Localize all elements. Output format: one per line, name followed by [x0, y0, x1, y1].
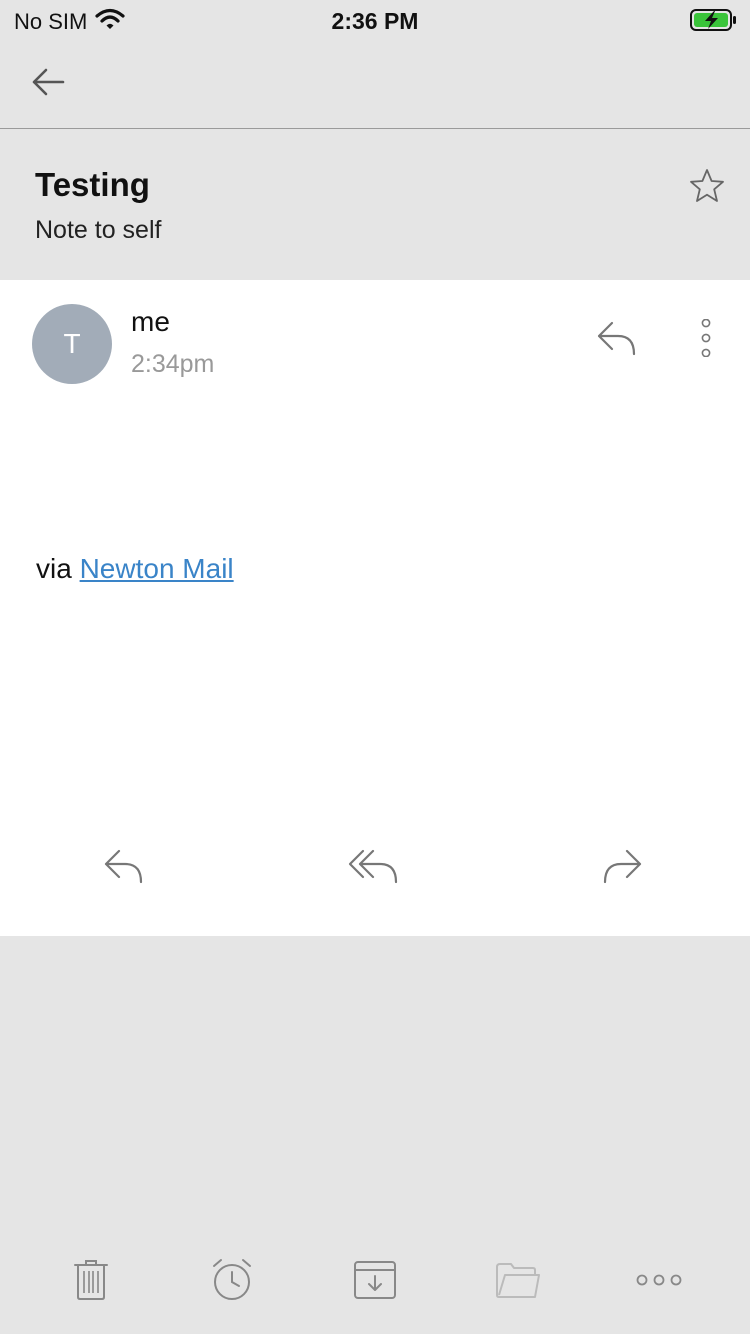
message-body: via Newton Mail	[36, 553, 234, 585]
message-time: 2:34pm	[131, 350, 215, 378]
delete-button[interactable]	[59, 1250, 123, 1314]
forward-button[interactable]	[592, 840, 652, 896]
folder-icon	[495, 1261, 541, 1304]
arrow-left-icon	[31, 68, 65, 101]
subject-title: Testing	[35, 166, 150, 203]
status-time: 2:36 PM	[331, 8, 419, 34]
more-vertical-icon	[699, 318, 713, 362]
subject-header: Testing Note to self	[0, 130, 750, 280]
more-actions-button[interactable]	[627, 1250, 691, 1314]
snooze-clock-icon	[210, 1258, 254, 1307]
status-bar: No SIM 2:36 PM	[0, 0, 750, 42]
forward-icon	[601, 847, 643, 890]
bottom-toolbar	[0, 1250, 750, 1320]
star-button[interactable]	[684, 166, 730, 210]
reply-button[interactable]	[94, 840, 154, 896]
sender-name: me	[131, 306, 170, 337]
reply-icon	[103, 847, 145, 890]
archive-icon	[353, 1260, 397, 1305]
message-actions	[0, 840, 750, 896]
newton-mail-link[interactable]: Newton Mail	[80, 553, 234, 584]
move-to-folder-button[interactable]	[486, 1250, 550, 1314]
star-outline-icon	[689, 168, 725, 209]
message-more-button[interactable]	[690, 318, 722, 362]
battery-icon	[690, 8, 738, 38]
reply-all-icon	[348, 847, 400, 890]
body-prefix: via	[36, 553, 80, 584]
reply-all-button[interactable]	[344, 840, 404, 896]
snooze-button[interactable]	[200, 1250, 264, 1314]
reply-button-header[interactable]	[592, 318, 642, 362]
trash-icon	[73, 1259, 109, 1306]
subject-subtitle: Note to self	[35, 216, 162, 244]
more-horizontal-icon	[636, 1273, 682, 1292]
back-button[interactable]	[24, 62, 72, 106]
message-card: T me 2:34pm via Newton Mail	[0, 280, 750, 936]
reply-icon	[596, 319, 638, 362]
nav-bar	[0, 42, 750, 129]
avatar: T	[32, 304, 112, 384]
archive-button[interactable]	[343, 1250, 407, 1314]
